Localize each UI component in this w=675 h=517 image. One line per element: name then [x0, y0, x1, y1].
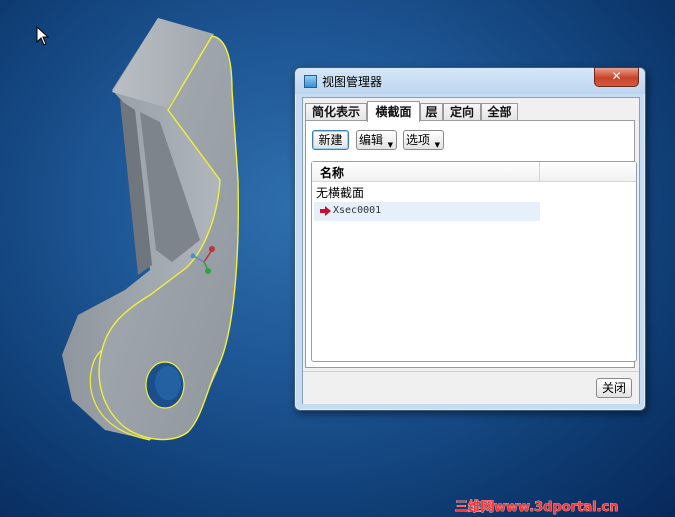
watermark-text: 三维网www.3dportal.cn — [455, 499, 618, 515]
chevron-down-icon: ▼ — [387, 141, 393, 149]
dialog-title: 视图管理器 — [322, 75, 383, 89]
list-item-selected[interactable]: Xsec0001 — [314, 202, 540, 221]
dialog-footer: 关闭 — [303, 371, 639, 404]
view-manager-dialog: 视图管理器 ✕ 简化表示 横截面 层 定向 全部 新建 编辑 ▼ 选项 ▼ 名称… — [294, 67, 646, 411]
column-header-name[interactable]: 名称 — [320, 164, 344, 181]
new-button[interactable]: 新建 — [312, 130, 349, 150]
cross-section-list[interactable]: 名称 无横截面 Xsec0001 — [311, 161, 637, 362]
close-button[interactable]: 关闭 — [596, 378, 632, 398]
mouse-cursor-icon — [36, 26, 50, 46]
part-hole-inner — [155, 366, 181, 400]
list-item-label: Xsec0001 — [333, 205, 382, 216]
app-icon — [304, 75, 317, 88]
red-arrow-icon — [320, 206, 331, 216]
tab-layers[interactable]: 层 — [420, 103, 443, 121]
tab-simplified-rep[interactable]: 简化表示 — [305, 103, 367, 121]
tab-orientation[interactable]: 定向 — [443, 103, 481, 121]
tab-cross-section[interactable]: 横截面 — [367, 101, 420, 122]
list-item[interactable]: 无横截面 — [316, 184, 364, 201]
cross-section-panel: 新建 编辑 ▼ 选项 ▼ 名称 无横截面 Xsec0001 — [305, 120, 637, 368]
tab-all[interactable]: 全部 — [481, 103, 518, 121]
window-close-button[interactable]: ✕ — [594, 67, 639, 87]
dialog-content: 简化表示 横截面 层 定向 全部 新建 编辑 ▼ 选项 ▼ 名称 无横截面 Xs… — [302, 97, 640, 404]
close-icon: ✕ — [611, 69, 622, 83]
watermark: 三维网www.3dportal.cn — [455, 499, 619, 516]
part-model[interactable] — [62, 18, 239, 441]
options-dropdown-button[interactable]: 选项 ▼ — [403, 130, 444, 150]
list-header: 名称 — [312, 162, 636, 182]
dialog-titlebar[interactable]: 视图管理器 ✕ — [295, 67, 645, 94]
chevron-down-icon: ▼ — [434, 141, 440, 149]
edit-label: 编辑 — [359, 133, 384, 147]
edit-dropdown-button[interactable]: 编辑 ▼ — [356, 130, 397, 150]
column-divider[interactable] — [539, 162, 540, 181]
options-label: 选项 — [406, 133, 431, 147]
